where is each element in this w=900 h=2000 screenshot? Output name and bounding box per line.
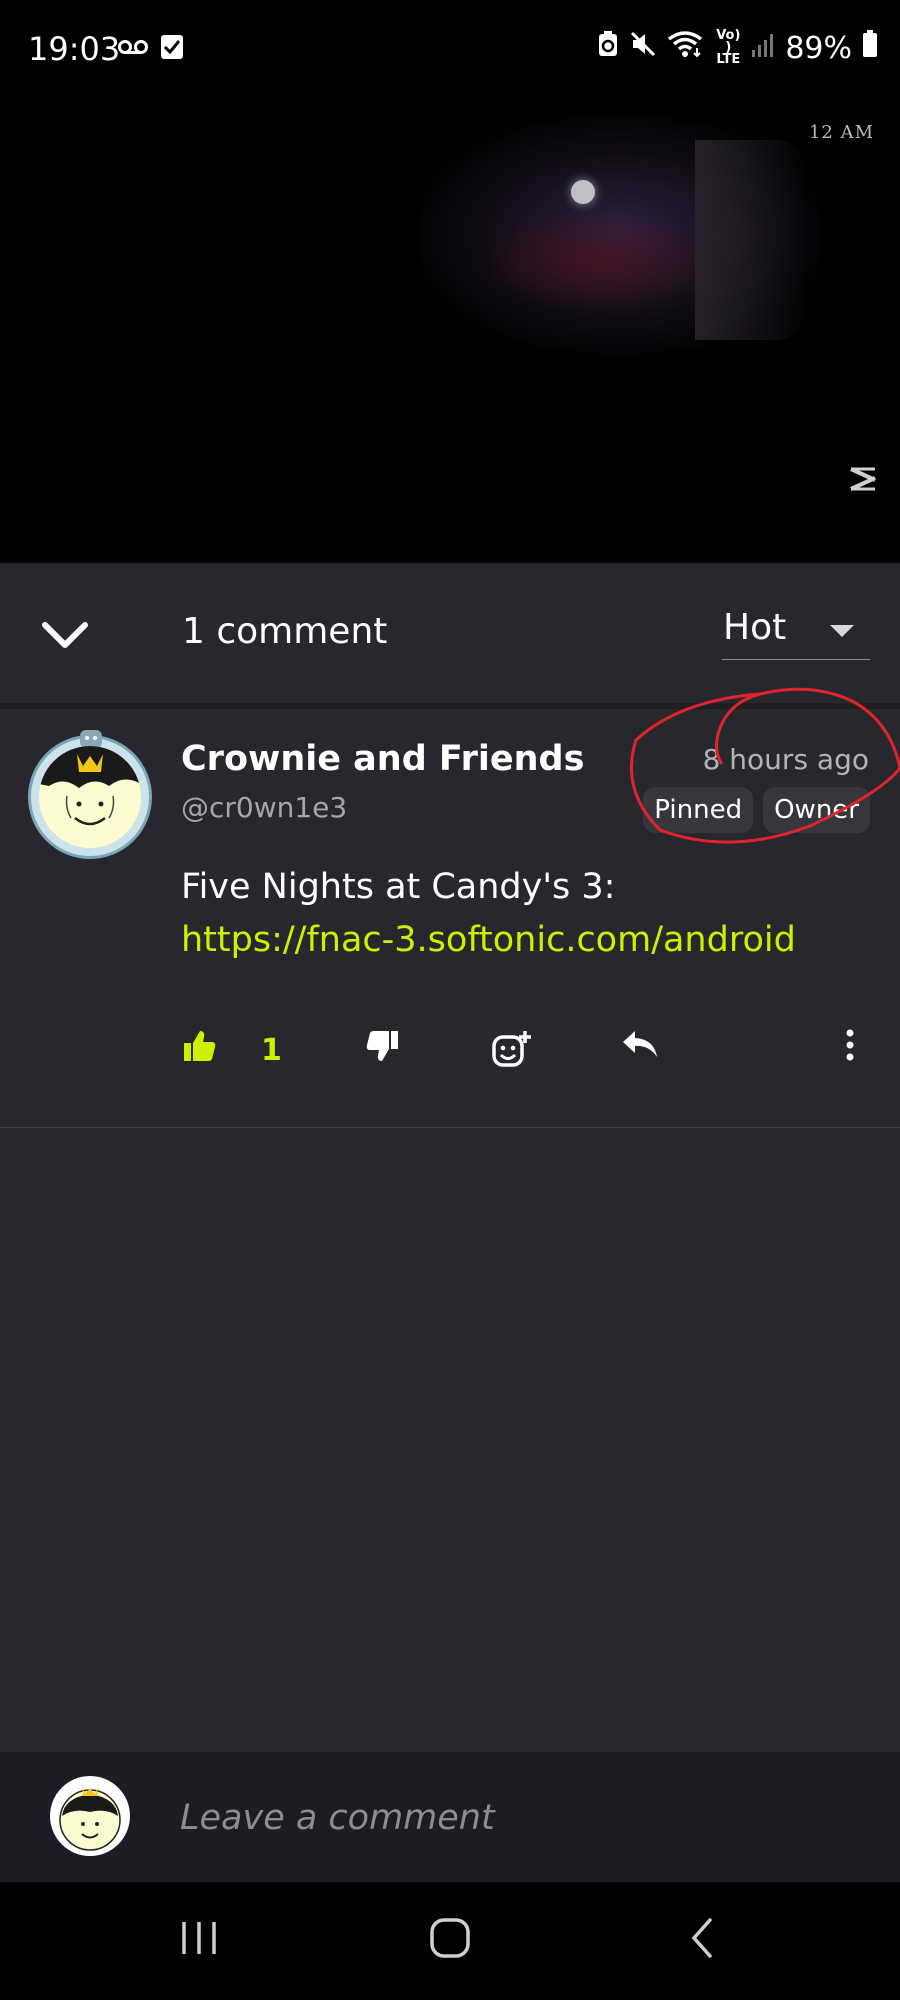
reply-button[interactable] — [621, 1029, 659, 1063]
capcut-icon — [848, 466, 878, 496]
avatar-image — [39, 746, 141, 848]
system-nav-bar — [0, 1882, 900, 2000]
video-player[interactable]: 12 AM — [0, 100, 900, 563]
reply-icon — [623, 1031, 657, 1057]
video-overlay-time: 12 AM — [808, 122, 874, 143]
battery-percent: 89% — [785, 30, 852, 66]
comment-composer[interactable]: Leave a comment — [0, 1752, 900, 1884]
like-button[interactable] — [183, 1029, 217, 1067]
signal-icon — [751, 31, 775, 66]
thumbs-down-icon — [366, 1031, 398, 1061]
sort-dropdown[interactable]: Hot — [722, 603, 870, 660]
home-icon — [430, 1918, 470, 1958]
collapse-button[interactable] — [40, 618, 100, 658]
video-scene-red — [490, 210, 710, 310]
caret-down-icon — [830, 625, 854, 637]
user-avatar — [50, 1776, 130, 1856]
volte-label: Vo)) LTE — [716, 28, 741, 67]
volte-icon: Vo)) LTE — [715, 28, 741, 67]
thumbs-up-icon — [184, 1031, 216, 1061]
comment-count: 1 comment — [182, 611, 388, 652]
wifi-icon — [667, 30, 705, 66]
back-button[interactable] — [686, 1916, 718, 1964]
comment-input[interactable]: Leave a comment — [180, 1798, 495, 1838]
status-right-icons: Vo)) LTE 89% — [597, 28, 878, 67]
more-options-button[interactable] — [845, 1029, 855, 1065]
avatar[interactable] — [28, 730, 152, 859]
recent-apps-button[interactable] — [178, 1916, 222, 1964]
battery-icon — [862, 30, 878, 66]
video-scene-light — [571, 180, 595, 204]
add-emoji-icon — [492, 1031, 531, 1067]
comment-link[interactable]: https://fnac-3.softonic.com/android — [181, 920, 796, 960]
recent-apps-icon — [182, 1922, 216, 1954]
sort-selected-value: Hot — [723, 607, 787, 648]
status-bar: 19:03 Vo)) LTE 89% — [0, 0, 900, 100]
check-box-icon — [160, 34, 184, 64]
comment-text: Five Nights at Candy's 3: — [181, 867, 616, 907]
annotation-circle — [629, 687, 900, 844]
status-time: 19:03 — [28, 30, 121, 68]
back-icon — [691, 1918, 712, 1958]
voicemail-icon — [118, 39, 148, 59]
comment-author[interactable]: Crownie and Friends — [181, 739, 584, 779]
mute-icon — [629, 30, 657, 66]
dislike-button[interactable] — [365, 1029, 399, 1067]
comment-actions: 1 — [181, 1029, 871, 1079]
chevron-down-icon — [42, 622, 88, 648]
add-reaction-button[interactable] — [491, 1029, 533, 1073]
comment-handle[interactable]: @cr0wn1e3 — [181, 791, 347, 824]
comment-body: Five Nights at Candy's 3: https://fnac-3… — [181, 861, 801, 967]
data-saver-icon — [597, 30, 619, 66]
status-left-icons — [118, 34, 184, 64]
more-vertical-icon — [846, 1029, 854, 1061]
home-button[interactable] — [428, 1916, 472, 1964]
video-scene-panel — [695, 140, 805, 340]
like-count: 1 — [261, 1033, 282, 1068]
